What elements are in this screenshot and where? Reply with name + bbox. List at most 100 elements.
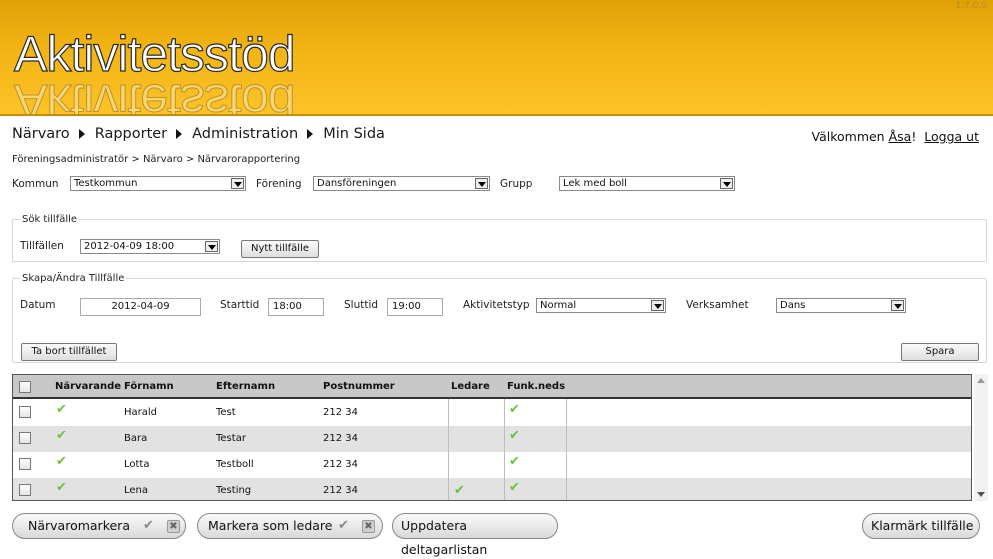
nav-item-administration[interactable]: Administration <box>192 126 298 142</box>
tillfallen-label: Tillfällen <box>20 240 64 252</box>
column-divider <box>504 399 505 500</box>
chevron-down-icon <box>205 241 218 252</box>
forening-value: Dansföreningen <box>317 178 397 189</box>
grupp-label: Grupp <box>500 178 533 190</box>
column-divider <box>566 399 567 500</box>
narvarande-check-icon[interactable]: ✔ <box>56 429 67 442</box>
kommun-value: Testkommun <box>74 178 138 189</box>
grid-header: Närvarande Förnamn Efternamn Postnummer … <box>13 375 971 399</box>
sluttid-input[interactable]: 19:00 <box>387 298 443 316</box>
chevron-down-icon <box>651 300 664 311</box>
grupp-select[interactable]: Lek med boll <box>559 176 735 191</box>
version-label: 1.7.0.0 <box>955 1 988 11</box>
col-header-fornamn[interactable]: Förnamn <box>124 381 174 392</box>
chevron-down-icon <box>475 178 488 189</box>
logout-link[interactable]: Logga ut <box>924 129 979 144</box>
funkneds-check-icon[interactable]: ✔ <box>509 403 520 416</box>
cell-fornamn: Lena <box>124 485 149 496</box>
row-checkbox[interactable] <box>19 406 31 418</box>
new-tillfalle-button[interactable]: Nytt tillfälle <box>241 240 319 258</box>
cell-postnummer: 212 34 <box>323 407 358 418</box>
chevron-down-icon <box>231 178 244 189</box>
chevron-down-icon <box>720 178 733 189</box>
table-row[interactable]: ✔ Lotta Testboll 212 34 ✔ <box>13 452 971 478</box>
cell-postnummer: 212 34 <box>323 485 358 496</box>
cell-postnummer: 212 34 <box>323 459 358 470</box>
cell-fornamn: Harald <box>124 407 158 418</box>
kommun-label: Kommun <box>12 178 59 190</box>
col-header-efternamn[interactable]: Efternamn <box>216 381 275 392</box>
starttid-input[interactable]: 18:00 <box>268 298 324 316</box>
cell-fornamn: Lotta <box>124 459 150 470</box>
app-logo-reflection: Aktivitetsstöd <box>14 74 296 116</box>
nav-item-rapporter[interactable]: Rapporter <box>95 126 167 142</box>
nav-arrow-icon <box>176 129 183 139</box>
grid-scrollbar[interactable] <box>974 374 988 501</box>
nav-item-narvaro[interactable]: Närvaro <box>12 126 70 142</box>
kommun-select[interactable]: Testkommun <box>70 176 246 191</box>
breadcrumb: Föreningsadministratör > Närvaro > Närva… <box>12 154 301 165</box>
edit-panel-legend: Skapa/Ändra Tillfälle <box>20 273 127 284</box>
sluttid-label: Sluttid <box>344 299 379 311</box>
funkneds-check-icon[interactable]: ✔ <box>509 429 520 442</box>
uppdatera-button[interactable]: Uppdatera deltagarlistan <box>392 513 558 557</box>
col-header-narvarande[interactable]: Närvarande <box>55 381 121 392</box>
welcome-text: Välkommen <box>811 129 889 144</box>
starttid-label: Starttid <box>220 299 260 311</box>
markera-ledare-button[interactable]: Markera som ledare ✔ ✖ <box>197 513 383 539</box>
grupp-value: Lek med boll <box>563 178 627 189</box>
row-checkbox[interactable] <box>19 432 31 444</box>
datum-label: Datum <box>20 299 56 311</box>
col-header-ledare[interactable]: Ledare <box>451 381 490 392</box>
welcome-suffix: ! <box>911 129 917 144</box>
cell-efternamn: Testar <box>216 433 246 444</box>
funkneds-check-icon[interactable]: ✔ <box>509 481 520 494</box>
narvarande-check-icon[interactable]: ✔ <box>56 403 67 416</box>
verksamhet-label: Verksamhet <box>686 299 749 311</box>
scroll-up-icon[interactable] <box>977 378 985 383</box>
delete-tillfalle-button[interactable]: Ta bort tillfället <box>21 343 117 361</box>
check-icon[interactable]: ✔ <box>338 514 349 538</box>
row-checkbox[interactable] <box>19 458 31 470</box>
col-header-funkneds[interactable]: Funk.neds <box>507 381 565 392</box>
klarmark-label: Klarmärk tillfälle <box>871 518 974 533</box>
verksamhet-select[interactable]: Dans <box>776 298 906 313</box>
participants-grid: Närvarande Förnamn Efternamn Postnummer … <box>12 374 972 501</box>
welcome-area: Välkommen Åsa! Logga ut <box>811 129 979 144</box>
main-nav: Närvaro Rapporter Administration Min Sid… <box>12 126 385 142</box>
forening-label: Förening <box>256 178 302 190</box>
table-row[interactable]: ✔ Harald Test 212 34 ✔ <box>13 400 971 426</box>
column-divider <box>448 399 449 500</box>
nav-item-min-sida[interactable]: Min Sida <box>323 126 385 142</box>
forening-select[interactable]: Dansföreningen <box>313 176 490 191</box>
close-icon[interactable]: ✖ <box>167 520 180 533</box>
narvarande-check-icon[interactable]: ✔ <box>56 455 67 468</box>
col-header-postnummer[interactable]: Postnummer <box>323 381 395 392</box>
narvaromarkera-button[interactable]: Närvaromarkera ✔ ✖ <box>12 513 186 539</box>
user-name-link[interactable]: Åsa <box>889 129 912 144</box>
chevron-down-icon <box>891 300 904 311</box>
datum-input[interactable]: 2012-04-09 <box>80 298 201 316</box>
close-icon[interactable]: ✖ <box>362 520 375 533</box>
aktivitetstyp-select[interactable]: Normal <box>536 298 666 313</box>
tillfallen-value: 2012-04-09 18:00 <box>84 241 175 252</box>
aktivitetstyp-value: Normal <box>540 300 577 311</box>
table-row[interactable]: ✔ Bara Testar 212 34 ✔ <box>13 426 971 452</box>
save-button[interactable]: Spara <box>901 343 979 361</box>
funkneds-check-icon[interactable]: ✔ <box>509 455 520 468</box>
markera-ledare-label: Markera som ledare <box>208 518 333 533</box>
klarmark-button[interactable]: Klarmärk tillfälle <box>862 513 980 539</box>
cell-efternamn: Testing <box>216 485 252 496</box>
ledare-check-icon[interactable]: ✔ <box>454 484 465 497</box>
row-checkbox[interactable] <box>19 484 31 496</box>
edit-panel <box>12 278 987 363</box>
tillfallen-select[interactable]: 2012-04-09 18:00 <box>80 239 220 254</box>
aktivitetstyp-label: Aktivitetstyp <box>463 299 530 311</box>
check-icon[interactable]: ✔ <box>143 514 154 538</box>
table-row[interactable]: ✔ Lena Testing 212 34 ✔ ✔ <box>13 478 971 500</box>
narvaromarkera-label: Närvaromarkera <box>28 518 130 533</box>
search-panel-legend: Sök tillfälle <box>20 214 80 225</box>
scroll-down-icon[interactable] <box>977 492 985 497</box>
select-all-checkbox[interactable] <box>19 381 31 393</box>
narvarande-check-icon[interactable]: ✔ <box>56 481 67 494</box>
